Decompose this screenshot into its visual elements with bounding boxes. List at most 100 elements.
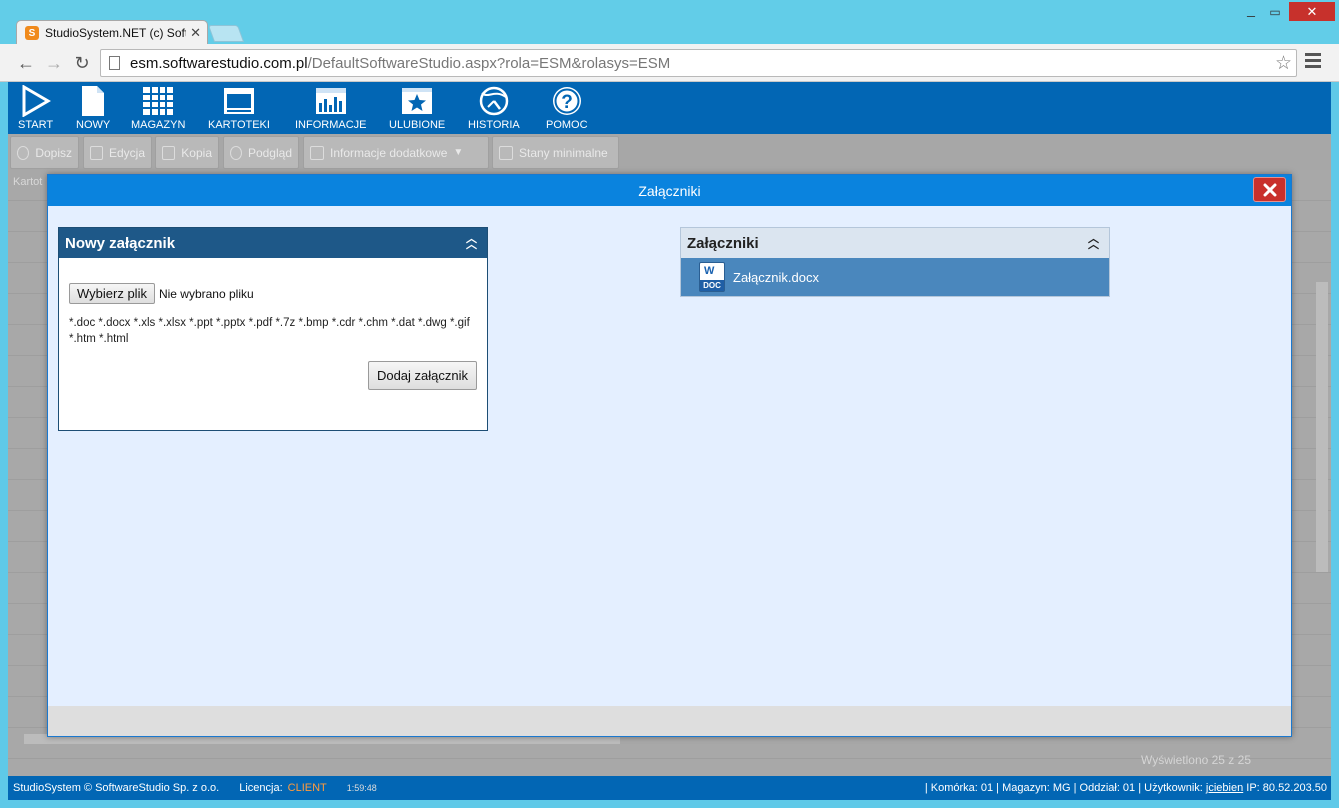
word-document-icon: W DOC xyxy=(699,262,725,292)
browser-menu-icon[interactable] xyxy=(1305,53,1321,71)
choose-file-button[interactable]: Wybierz plik xyxy=(69,283,155,304)
browser-titlebar: S StudioSystem.NET (c) Soft ✕ _ ▭ ✕ xyxy=(0,0,1339,45)
magnifier-icon xyxy=(230,145,242,160)
ip-address: IP: 80.52.203.50 xyxy=(1246,782,1327,794)
new-tab-button[interactable] xyxy=(207,25,245,42)
button-label: Stany minimalne xyxy=(519,145,608,160)
user-link[interactable]: jciebien xyxy=(1206,782,1243,794)
menu-start[interactable]: START xyxy=(18,84,53,134)
copy-icon xyxy=(162,145,176,160)
menu-label: ULUBIONE xyxy=(389,119,446,131)
new-document-icon xyxy=(80,84,106,118)
window-close-icon[interactable]: ✕ xyxy=(1289,2,1335,21)
help-icon: ? xyxy=(551,84,583,118)
warehouse-grid-icon xyxy=(142,84,174,118)
main-menu: START NOWY MAGAZYN KARTOTEKI INFORMACJE xyxy=(8,82,1331,134)
file-picker: Wybierz plik Nie wybrano pliku xyxy=(69,283,254,304)
attachments-header: Załączniki ︿ ︿ xyxy=(681,228,1109,258)
button-label: Informacje dodatkowe xyxy=(330,145,448,160)
attachments-panel: Załączniki ︿ ︿ W DOC Załącznik.docx xyxy=(680,227,1110,297)
browser-tab[interactable]: S StudioSystem.NET (c) Soft ✕ xyxy=(16,20,208,45)
status-bar: StudioSystem © SoftwareStudio Sp. z o.o.… xyxy=(8,776,1331,800)
edit-button[interactable]: Edycja xyxy=(83,136,152,169)
more-info-dropdown[interactable]: Informacje dodatkowe ▼ xyxy=(303,136,489,169)
play-icon xyxy=(21,84,51,118)
edit-icon xyxy=(90,145,103,160)
status-right: | Komórka: 01 | Magazyn: MG | Oddział: 0… xyxy=(925,782,1327,794)
url-host: esm.softwarestudio.com.pl xyxy=(130,54,308,72)
copyright-text: StudioSystem © SoftwareStudio Sp. z o.o. xyxy=(13,782,220,794)
no-file-label: Nie wybrano pliku xyxy=(158,286,254,301)
page-icon xyxy=(109,56,120,70)
button-label: Podgląd xyxy=(247,145,292,160)
menu-nowy[interactable]: NOWY xyxy=(76,84,110,134)
location-info: | Komórka: 01 | Magazyn: MG | Oddział: 0… xyxy=(924,782,1203,794)
menu-label: POMOC xyxy=(546,119,588,131)
menu-historia[interactable]: HISTORIA xyxy=(468,84,520,134)
modal-footer xyxy=(48,706,1291,736)
icon-label: DOC xyxy=(700,280,724,291)
menu-label: MAGAZYN xyxy=(131,119,186,131)
back-arrow-icon[interactable]: ← xyxy=(14,51,38,75)
menu-label: NOWY xyxy=(76,119,111,131)
breadcrumb: Kartot xyxy=(13,176,43,188)
close-icon xyxy=(1263,183,1276,196)
app-toolbar: Dopisz Edycja Kopia Podgląd Informacje d… xyxy=(8,134,1331,170)
menu-label: KARTOTEKI xyxy=(208,119,270,131)
add-attachment-button[interactable]: Dodaj załącznik xyxy=(367,361,477,390)
tab-close-icon[interactable]: ✕ xyxy=(190,25,201,41)
panel-title: Nowy załącznik xyxy=(65,234,176,252)
attachment-item[interactable]: W DOC Załącznik.docx xyxy=(681,258,1109,296)
grid-status: Wyświetlono 25 z 25 xyxy=(1141,753,1251,767)
star-icon xyxy=(401,84,433,118)
tab-title: StudioSystem.NET (c) Soft xyxy=(45,26,187,40)
modal-close-button[interactable] xyxy=(1253,177,1286,202)
collapse-chevron-icon[interactable]: ︿ ︿ xyxy=(466,234,477,251)
forward-arrow-icon[interactable]: → xyxy=(42,51,66,75)
menu-ulubione[interactable]: ULUBIONE xyxy=(389,84,445,134)
menu-kartoteki[interactable]: KARTOTEKI xyxy=(208,84,270,134)
url-path: /DefaultSoftwareStudio.aspx?rola=ESM&rol… xyxy=(307,54,671,72)
preview-button[interactable]: Podgląd xyxy=(223,136,299,169)
window-minimize-icon[interactable]: _ xyxy=(1240,2,1262,20)
studiosystem-favicon-icon: S xyxy=(25,26,39,40)
license-value: CLIENT xyxy=(287,782,327,794)
min-stock-button[interactable]: Stany minimalne xyxy=(492,136,619,169)
plus-circle-icon xyxy=(17,145,30,160)
menu-label: START xyxy=(18,119,54,131)
menu-label: HISTORIA xyxy=(468,119,520,131)
panel-title: Załączniki xyxy=(687,234,759,252)
button-label: Edycja xyxy=(108,145,145,160)
menu-pomoc[interactable]: ? POMOC xyxy=(546,84,588,134)
attachment-name: Załącznik.docx xyxy=(733,269,819,285)
bar-chart-icon xyxy=(315,84,347,118)
caret-down-icon: ▼ xyxy=(453,147,464,158)
attachments-modal: Załączniki Nowy załącznik ︿ ︿ Wybierz pli… xyxy=(47,174,1292,737)
modal-title: Załączniki xyxy=(638,182,701,199)
new-attachment-header: Nowy załącznik ︿ ︿ xyxy=(59,228,487,258)
svg-text:?: ? xyxy=(561,92,573,113)
button-label: Dopisz xyxy=(35,145,72,160)
collapse-chevron-icon[interactable]: ︿ ︿ xyxy=(1088,234,1099,251)
allowed-extensions: *.doc *.docx *.xls *.xlsx *.ppt *.pptx *… xyxy=(69,317,470,345)
history-icon xyxy=(478,84,510,118)
modal-header: Załączniki xyxy=(48,175,1291,206)
icon-letter: W xyxy=(704,265,715,277)
menu-magazyn[interactable]: MAGAZYN xyxy=(131,84,185,134)
new-attachment-panel: Nowy załącznik ︿ ︿ Wybierz plik Nie wybra… xyxy=(58,227,488,431)
vertical-scrollbar[interactable] xyxy=(1316,282,1328,572)
browser-toolbar: ← → ↻ esm.softwarestudio.com.pl/DefaultS… xyxy=(0,44,1339,82)
table-icon xyxy=(499,145,513,160)
button-label: Kopia xyxy=(181,145,212,160)
license-label: Licencja: xyxy=(239,782,283,794)
menu-label: INFORMACJE xyxy=(295,119,367,131)
menu-informacje[interactable]: INFORMACJE xyxy=(295,84,367,134)
copy-button[interactable]: Kopia xyxy=(155,136,219,169)
window-maximize-icon[interactable]: ▭ xyxy=(1264,4,1286,20)
reload-icon[interactable]: ↻ xyxy=(70,51,94,75)
address-bar[interactable]: esm.softwarestudio.com.pl/DefaultSoftwar… xyxy=(100,49,1297,77)
add-record-button[interactable]: Dopisz xyxy=(10,136,79,169)
bookmark-star-icon[interactable]: ☆ xyxy=(1275,52,1292,75)
document-icon xyxy=(310,145,324,160)
session-time: 1:59:48 xyxy=(346,783,377,793)
